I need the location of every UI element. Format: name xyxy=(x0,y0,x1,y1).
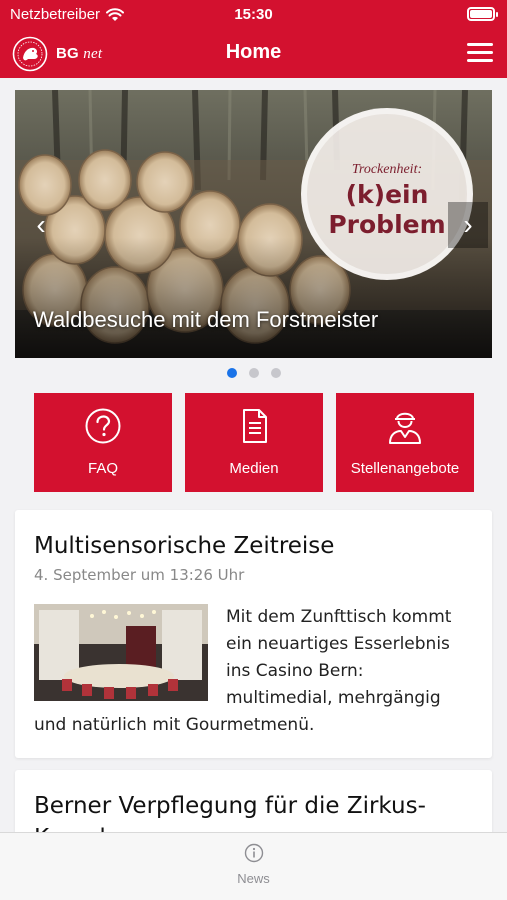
badge-title: (k)ein Problem xyxy=(328,180,446,239)
status-bar: Netzbetreiber 15:30 xyxy=(0,0,507,30)
pagination-dot[interactable] xyxy=(270,368,281,378)
page-title: Home xyxy=(225,41,282,63)
media-label: Medien xyxy=(229,460,279,477)
carousel-prev-arrow-icon[interactable]: ‹ xyxy=(21,202,61,248)
worker-icon xyxy=(389,412,421,444)
article-title: Multisensorische Zeitreise xyxy=(34,533,335,559)
badge-subtitle: Trockenheit: xyxy=(351,162,423,177)
faq-label: FAQ xyxy=(87,460,118,477)
pagination-dot-active[interactable] xyxy=(226,368,237,378)
hero-carousel[interactable]: Trockenheit: (k)ein Problem ‹ › Waldbesu… xyxy=(15,90,492,358)
quick-links: FAQ Medien Stellenangebote xyxy=(34,393,474,492)
article-thumbnail xyxy=(34,604,208,701)
carousel-pagination xyxy=(0,368,507,378)
question-circle-icon xyxy=(85,408,121,444)
media-tile[interactable]: Medien xyxy=(185,393,323,492)
carousel-next-arrow-icon[interactable]: › xyxy=(448,202,488,248)
info-circle-icon xyxy=(244,843,263,863)
article-date: 4. September um 13:26 Uhr xyxy=(34,566,245,584)
faq-tile[interactable]: FAQ xyxy=(34,393,172,492)
tab-news[interactable]: News xyxy=(0,843,507,886)
clock: 15:30 xyxy=(234,6,273,23)
tab-bar: News xyxy=(0,832,507,900)
tab-news-label: News xyxy=(237,871,270,886)
hamburger-menu-icon[interactable] xyxy=(467,43,493,65)
nav-bar: BG net Home xyxy=(0,30,507,78)
jobs-tile[interactable]: Stellenangebote xyxy=(336,393,474,492)
carousel-caption: Waldbesuche mit dem Forstmeister xyxy=(33,307,379,332)
document-icon xyxy=(243,409,267,443)
headline-badge: Trockenheit: (k)ein Problem xyxy=(301,108,473,280)
article-card[interactable]: Multisensorische Zeitreise 4. September … xyxy=(15,510,492,758)
jobs-label: Stellenangebote xyxy=(350,460,460,477)
battery-icon xyxy=(467,7,498,21)
pagination-dot[interactable] xyxy=(248,368,259,378)
